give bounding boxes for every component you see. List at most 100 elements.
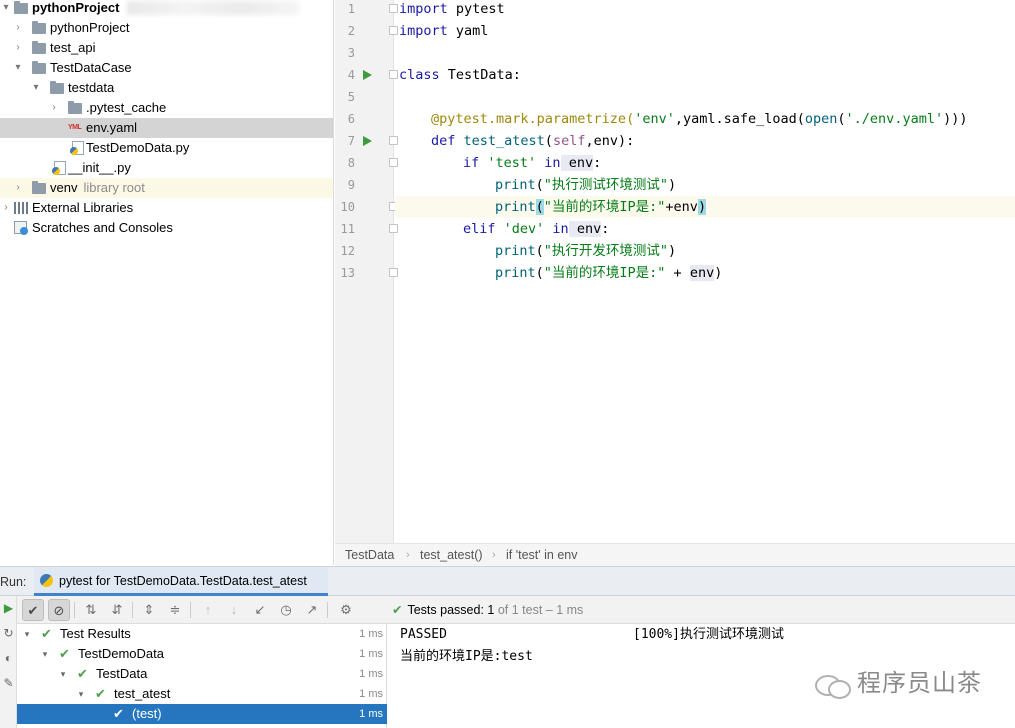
debug-icon[interactable]: ◐ bbox=[2, 652, 15, 665]
tree-row-init[interactable]: __init__.py bbox=[0, 158, 333, 178]
chevron-right-icon[interactable]: › bbox=[0, 198, 12, 218]
fold-icon[interactable] bbox=[389, 158, 398, 167]
tree-label: TestDataCase bbox=[50, 60, 132, 75]
fold-icon[interactable] bbox=[389, 268, 398, 277]
tree-row-test-api[interactable]: › test_api bbox=[0, 38, 333, 58]
tree-row-pytest-cache[interactable]: › .pytest_cache bbox=[0, 98, 333, 118]
chevron-down-icon[interactable]: ▾ bbox=[22, 624, 32, 644]
tree-row-root[interactable]: ▾ pythonProject bbox=[0, 0, 333, 18]
tree-label: test_api bbox=[50, 40, 96, 55]
test-row-param[interactable]: ✔ (test) 1 ms bbox=[17, 704, 387, 724]
show-passed-icon[interactable]: ✔ bbox=[22, 599, 44, 621]
next-failed-icon[interactable]: ↓ bbox=[223, 599, 245, 621]
fold-icon[interactable] bbox=[389, 224, 398, 233]
test-label: (test) bbox=[132, 706, 162, 721]
sort-by-duration-icon[interactable]: ⇵ bbox=[106, 599, 128, 621]
line-number: 4 bbox=[347, 68, 355, 82]
tree-row-venv[interactable]: › venv library root bbox=[0, 178, 333, 198]
breadcrumb-item-if[interactable]: if 'test' in env bbox=[506, 544, 577, 567]
line-number: 7 bbox=[347, 134, 355, 148]
code-token: ) bbox=[714, 265, 723, 281]
tree-row-testdatacase[interactable]: ▾ TestDataCase bbox=[0, 58, 333, 78]
gear-icon[interactable]: ⚙ bbox=[335, 599, 357, 621]
toolbar-separator bbox=[132, 602, 133, 618]
venv-label: venv bbox=[50, 180, 78, 195]
folder-icon bbox=[32, 61, 46, 74]
library-icon bbox=[14, 202, 28, 214]
code-token: ))) bbox=[943, 111, 968, 127]
code-token: env bbox=[689, 265, 715, 281]
tree-label: pythonProject bbox=[32, 0, 120, 15]
chevron-right-icon[interactable]: › bbox=[12, 18, 24, 38]
breadcrumb: TestData › test_atest() › if 'test' in e… bbox=[335, 543, 1015, 566]
rerun-icon[interactable]: ▶ bbox=[2, 602, 15, 615]
collapse-all-icon[interactable]: ≑ bbox=[164, 599, 186, 621]
test-row-class[interactable]: ▾ ✔ TestData 1 ms bbox=[17, 664, 387, 684]
code-token: "执行开发环境测试" bbox=[543, 243, 669, 259]
tree-row-env-yaml[interactable]: YML env.yaml bbox=[0, 118, 333, 138]
code-token: if bbox=[463, 155, 480, 171]
wrench-icon[interactable]: ✎ bbox=[2, 677, 15, 690]
code-token: yaml bbox=[447, 23, 489, 39]
code-token: ( bbox=[535, 177, 544, 193]
toolbar-separator bbox=[327, 602, 328, 618]
chevron-down-icon[interactable]: ▾ bbox=[58, 664, 68, 684]
code-line-2: import yaml bbox=[399, 20, 488, 42]
test-row-results[interactable]: ▾ ✔ Test Results 1 ms bbox=[17, 624, 387, 644]
rerun-failed-icon[interactable]: ↻ bbox=[2, 627, 15, 640]
fold-icon[interactable] bbox=[389, 136, 398, 145]
line-number: 2 bbox=[347, 24, 355, 38]
code-editor[interactable]: 1 2 3 4 5 6 7 8 9 10 11 12 13 import pyt… bbox=[335, 0, 1015, 543]
breadcrumb-item-method[interactable]: test_atest() bbox=[420, 544, 483, 567]
test-row-module[interactable]: ▾ ✔ TestDemoData 1 ms bbox=[17, 644, 387, 664]
chevron-right-icon[interactable]: › bbox=[48, 98, 60, 118]
code-token: test_atest bbox=[455, 133, 545, 149]
chevron-right-icon[interactable]: › bbox=[12, 38, 24, 58]
chevron-down-icon[interactable]: ▾ bbox=[30, 78, 42, 98]
code-token: import bbox=[399, 1, 448, 17]
wechat-logo-icon bbox=[815, 672, 851, 699]
fold-icon[interactable] bbox=[389, 4, 398, 13]
chevron-down-icon[interactable]: ▾ bbox=[12, 58, 24, 78]
tree-row-testdata[interactable]: ▾ testdata bbox=[0, 78, 333, 98]
watermark-text: 程序员山茶 bbox=[857, 670, 982, 697]
fold-icon[interactable] bbox=[389, 70, 398, 79]
export-icon[interactable]: ↗ bbox=[301, 599, 323, 621]
folder-icon bbox=[14, 1, 28, 14]
chevron-down-icon[interactable]: ▾ bbox=[0, 0, 12, 18]
line-number: 12 bbox=[340, 244, 355, 258]
chevron-right-icon[interactable]: › bbox=[12, 178, 24, 198]
python-icon bbox=[40, 574, 53, 587]
chevron-down-icon[interactable]: ▾ bbox=[40, 644, 50, 664]
test-time: 1 ms bbox=[359, 648, 383, 660]
import-tests-icon[interactable]: ↙ bbox=[249, 599, 271, 621]
code-token: @pytest.mark.parametrize( bbox=[431, 111, 635, 127]
code-token: print bbox=[495, 177, 536, 193]
run-tabbar: Run: pytest for TestDemoData.TestData.te… bbox=[0, 566, 1015, 596]
code-line-1: import pytest bbox=[399, 0, 505, 20]
previous-failed-icon[interactable]: ↑ bbox=[197, 599, 219, 621]
run-test-icon[interactable] bbox=[363, 136, 372, 146]
code-token: 'env' bbox=[634, 111, 675, 127]
chevron-down-icon[interactable]: ▾ bbox=[76, 684, 86, 704]
history-icon[interactable]: ◷ bbox=[275, 599, 297, 621]
breadcrumb-item-class[interactable]: TestData bbox=[345, 544, 394, 567]
folder-icon bbox=[68, 101, 82, 114]
run-class-icon[interactable] bbox=[363, 70, 372, 80]
code-token: env bbox=[560, 155, 594, 171]
tree-row-external-libraries[interactable]: › External Libraries bbox=[0, 198, 333, 218]
code-line-13: print("当前的环境IP是:" + env) bbox=[495, 262, 722, 284]
tree-row-pythonproject[interactable]: › pythonProject bbox=[0, 18, 333, 38]
sort-alphabetically-icon[interactable]: ⇅ bbox=[80, 599, 102, 621]
check-icon: ✔ bbox=[95, 686, 106, 701]
fold-icon[interactable] bbox=[389, 26, 398, 35]
code-token: open bbox=[804, 111, 838, 127]
show-ignored-icon[interactable]: ⊘ bbox=[48, 599, 70, 621]
code-token: ,env): bbox=[585, 133, 635, 149]
expand-all-icon[interactable]: ⇕ bbox=[138, 599, 160, 621]
tree-row-scratches[interactable]: Scratches and Consoles bbox=[0, 218, 333, 238]
test-row-method[interactable]: ▾ ✔ test_atest 1 ms bbox=[17, 684, 387, 704]
run-tab[interactable]: pytest for TestDemoData.TestData.test_at… bbox=[34, 567, 328, 596]
tree-row-testdemodata[interactable]: TestDemoData.py bbox=[0, 138, 333, 158]
code-token: ( bbox=[535, 265, 544, 281]
